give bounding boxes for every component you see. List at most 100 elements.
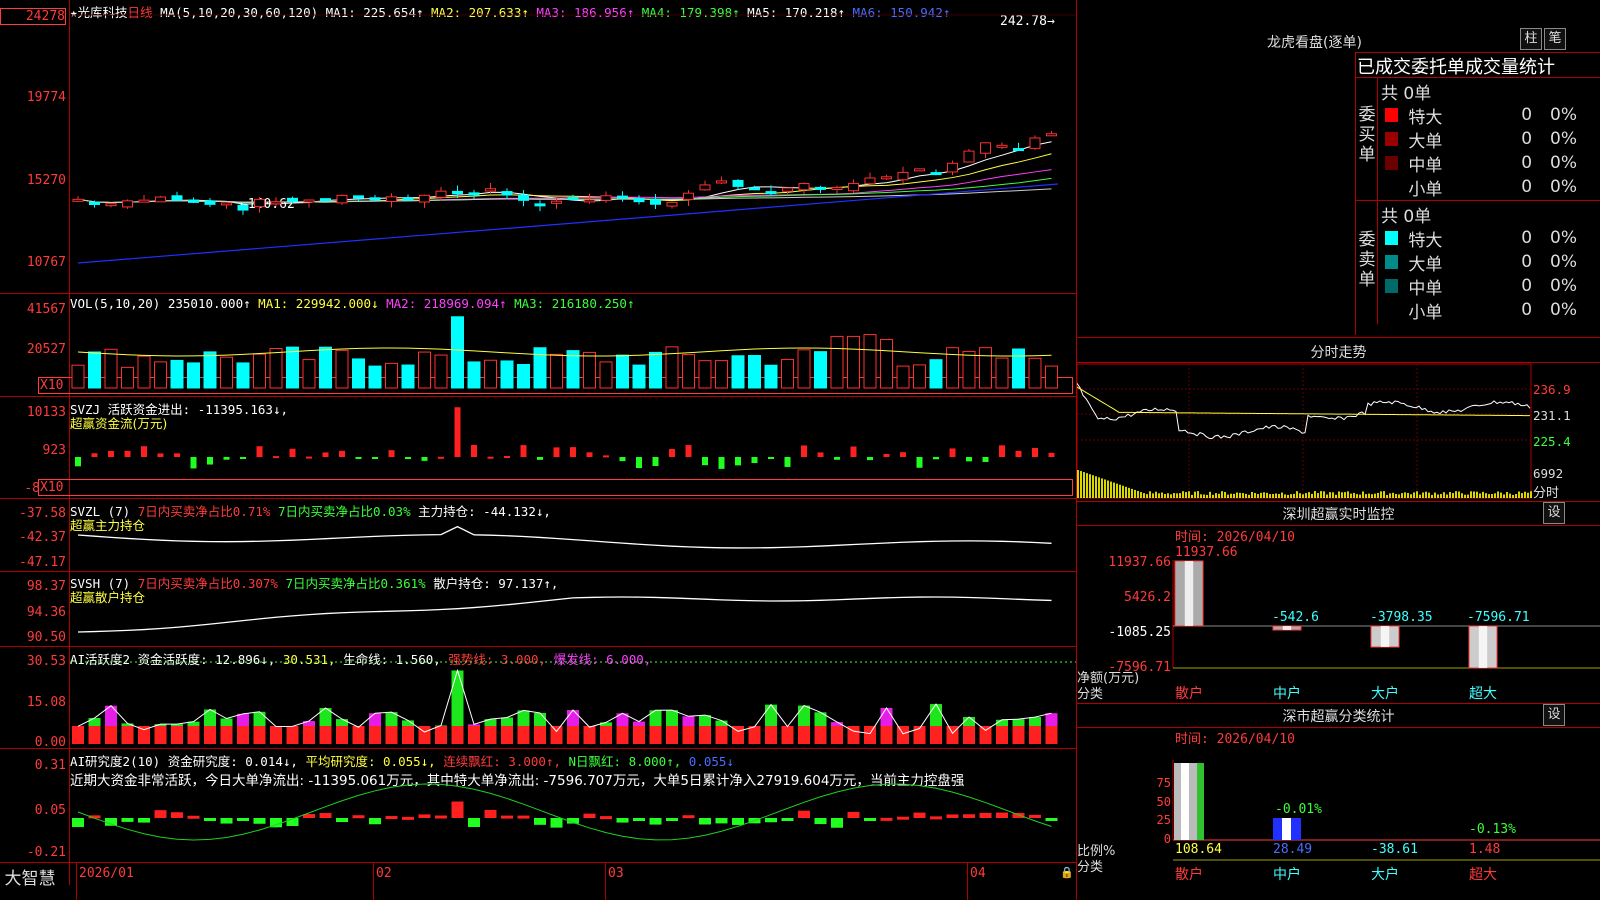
intraday-vol xyxy=(1353,492,1355,498)
intraday-vol xyxy=(1335,494,1337,498)
intraday-vol xyxy=(1143,493,1145,498)
intraday-vol xyxy=(1419,494,1421,498)
intraday-vol xyxy=(1095,476,1097,498)
intraday-vol xyxy=(1293,493,1295,498)
intraday-vol xyxy=(1494,493,1496,498)
active-bar xyxy=(369,713,381,726)
intraday-vol xyxy=(1437,494,1439,498)
flow-bar xyxy=(207,457,213,465)
active-bar xyxy=(534,712,546,726)
research-bar xyxy=(468,818,480,827)
intraday-vol xyxy=(1515,493,1517,498)
research-bar xyxy=(336,818,348,823)
volume-bar xyxy=(352,358,365,389)
volume-bar xyxy=(236,362,250,389)
intraday-vol xyxy=(1422,492,1424,498)
intraday-vol xyxy=(1323,491,1325,498)
intraday-vol xyxy=(1428,492,1430,498)
active-bar xyxy=(237,726,249,744)
kline-workspace[interactable]: 24278 19774 15270 10767 41567 20527 X10 … xyxy=(0,0,1077,900)
volume-bar xyxy=(302,359,316,389)
research-bar xyxy=(121,818,134,822)
intraday-vol xyxy=(1392,492,1394,498)
intraday-vol xyxy=(1503,494,1505,498)
volume-ma xyxy=(77,347,1052,357)
intraday-vol xyxy=(1134,489,1136,498)
flow-bar xyxy=(471,445,477,457)
flow-bar xyxy=(751,457,758,464)
candle xyxy=(138,199,150,203)
research-bar xyxy=(616,818,629,823)
flow-bar xyxy=(1048,452,1055,457)
research-bar xyxy=(897,816,909,820)
active-bar xyxy=(814,726,827,744)
intraday-vol xyxy=(1329,492,1331,498)
intraday-vol xyxy=(1518,491,1520,498)
intraday-vol xyxy=(1107,480,1109,498)
active-bar xyxy=(105,726,117,744)
active-bar xyxy=(303,726,315,744)
intraday-vol xyxy=(1368,493,1370,498)
intraday-vol xyxy=(1233,493,1235,498)
candle xyxy=(716,180,727,184)
research-bar xyxy=(1045,818,1058,821)
research-bar xyxy=(253,818,266,824)
research-bar xyxy=(666,818,678,821)
candle xyxy=(914,168,925,172)
candle xyxy=(881,176,892,180)
intraday-vol xyxy=(1101,478,1103,498)
candle xyxy=(386,196,397,203)
intraday-vol xyxy=(1164,493,1166,498)
intraday-vol xyxy=(1446,494,1448,498)
candle xyxy=(683,192,694,201)
research-bar xyxy=(501,815,513,819)
research-bar xyxy=(237,818,249,821)
flow-bar xyxy=(289,448,296,457)
research-bar xyxy=(187,815,200,819)
candle xyxy=(551,200,562,204)
active-bar xyxy=(682,726,695,744)
flow-bar xyxy=(256,446,263,457)
intraday-vol xyxy=(1356,494,1358,498)
research-bar xyxy=(798,810,810,818)
volume-bar xyxy=(170,359,184,389)
research-bar xyxy=(171,812,183,818)
kline-canvas[interactable] xyxy=(0,0,1077,900)
volume-bar xyxy=(649,351,662,389)
research-bar xyxy=(814,818,827,825)
active-bar xyxy=(270,726,282,744)
research-line xyxy=(77,783,1052,841)
monitor-bar-highlight xyxy=(1478,626,1488,668)
active-bar xyxy=(715,726,728,744)
intraday-vol xyxy=(1374,493,1376,498)
volume-bar xyxy=(517,363,530,389)
flow-bar xyxy=(405,457,411,460)
active-bar xyxy=(930,726,942,744)
intraday-vol xyxy=(1137,491,1139,498)
intraday-vol xyxy=(1197,491,1199,498)
volume-bar xyxy=(286,346,299,389)
volume-bar xyxy=(847,335,860,389)
active-bar xyxy=(121,726,134,744)
intraday-vol xyxy=(1290,494,1292,498)
volume-bar xyxy=(583,351,596,389)
flow-bar xyxy=(867,457,873,461)
intraday-vol xyxy=(1161,492,1163,498)
volume-bar xyxy=(187,362,200,389)
intraday-vol xyxy=(1086,473,1088,498)
active-bar xyxy=(567,710,579,726)
active-bar xyxy=(303,721,315,726)
active-bar xyxy=(550,726,563,744)
flow-bar xyxy=(487,456,494,459)
volume-bar xyxy=(401,364,415,389)
intraday-vol xyxy=(1083,472,1085,498)
intraday-vol xyxy=(1185,492,1187,498)
intraday-vol xyxy=(1170,494,1172,498)
flow-bar xyxy=(850,446,857,457)
active-bar xyxy=(748,726,761,744)
candle xyxy=(320,198,331,202)
intraday-vol xyxy=(1128,487,1130,498)
active-bar xyxy=(253,711,266,726)
active-bar xyxy=(633,721,645,726)
intraday-vol xyxy=(1305,493,1307,498)
